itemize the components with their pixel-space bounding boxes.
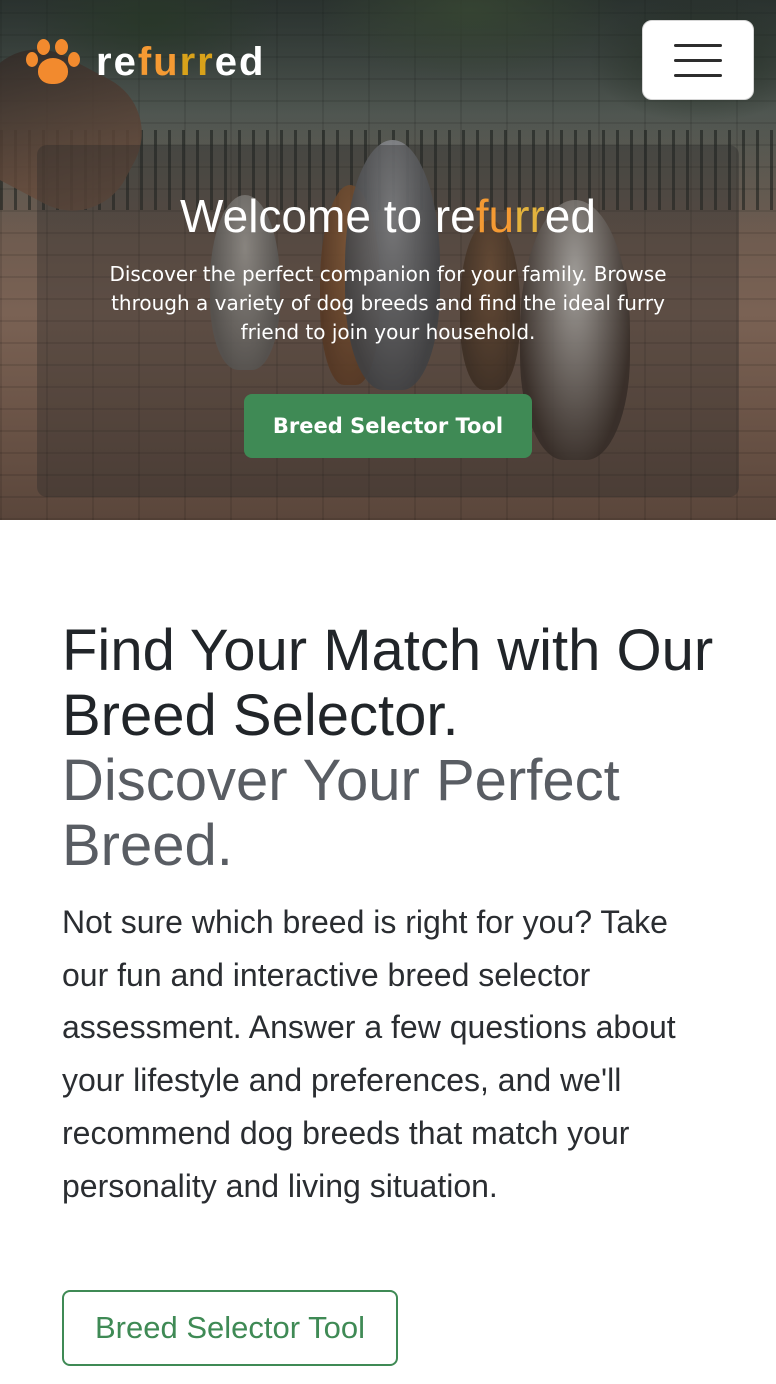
hamburger-menu-icon xyxy=(674,43,722,47)
breed-selector-button[interactable]: Breed Selector Tool xyxy=(62,1290,398,1366)
hero-description: Discover the perfect companion for your … xyxy=(109,262,667,344)
paw-icon xyxy=(24,36,82,88)
hero-section: refurred Welcome to refurred Discover th… xyxy=(0,0,776,520)
brand-logo-link[interactable]: refurred xyxy=(24,36,265,88)
breed-selector-section: Find Your Match with Our Breed Selector.… xyxy=(62,618,722,1366)
section-heading: Find Your Match with Our Breed Selector.… xyxy=(62,618,722,878)
hero-breed-selector-button[interactable]: Breed Selector Tool xyxy=(244,394,532,458)
hero-title: Welcome to refurred xyxy=(180,190,596,242)
hamburger-menu-icon xyxy=(674,73,722,77)
section-heading-main: Find Your Match with Our Breed Selector. xyxy=(62,618,714,748)
hamburger-menu-button[interactable] xyxy=(642,20,754,100)
hamburger-menu-icon xyxy=(674,58,722,62)
section-subheading: Discover Your Perfect Breed. xyxy=(62,748,620,878)
navbar: refurred xyxy=(0,0,776,120)
brand-name: refurred xyxy=(96,40,266,84)
section-description: Not sure which breed is right for you? T… xyxy=(62,904,676,1204)
